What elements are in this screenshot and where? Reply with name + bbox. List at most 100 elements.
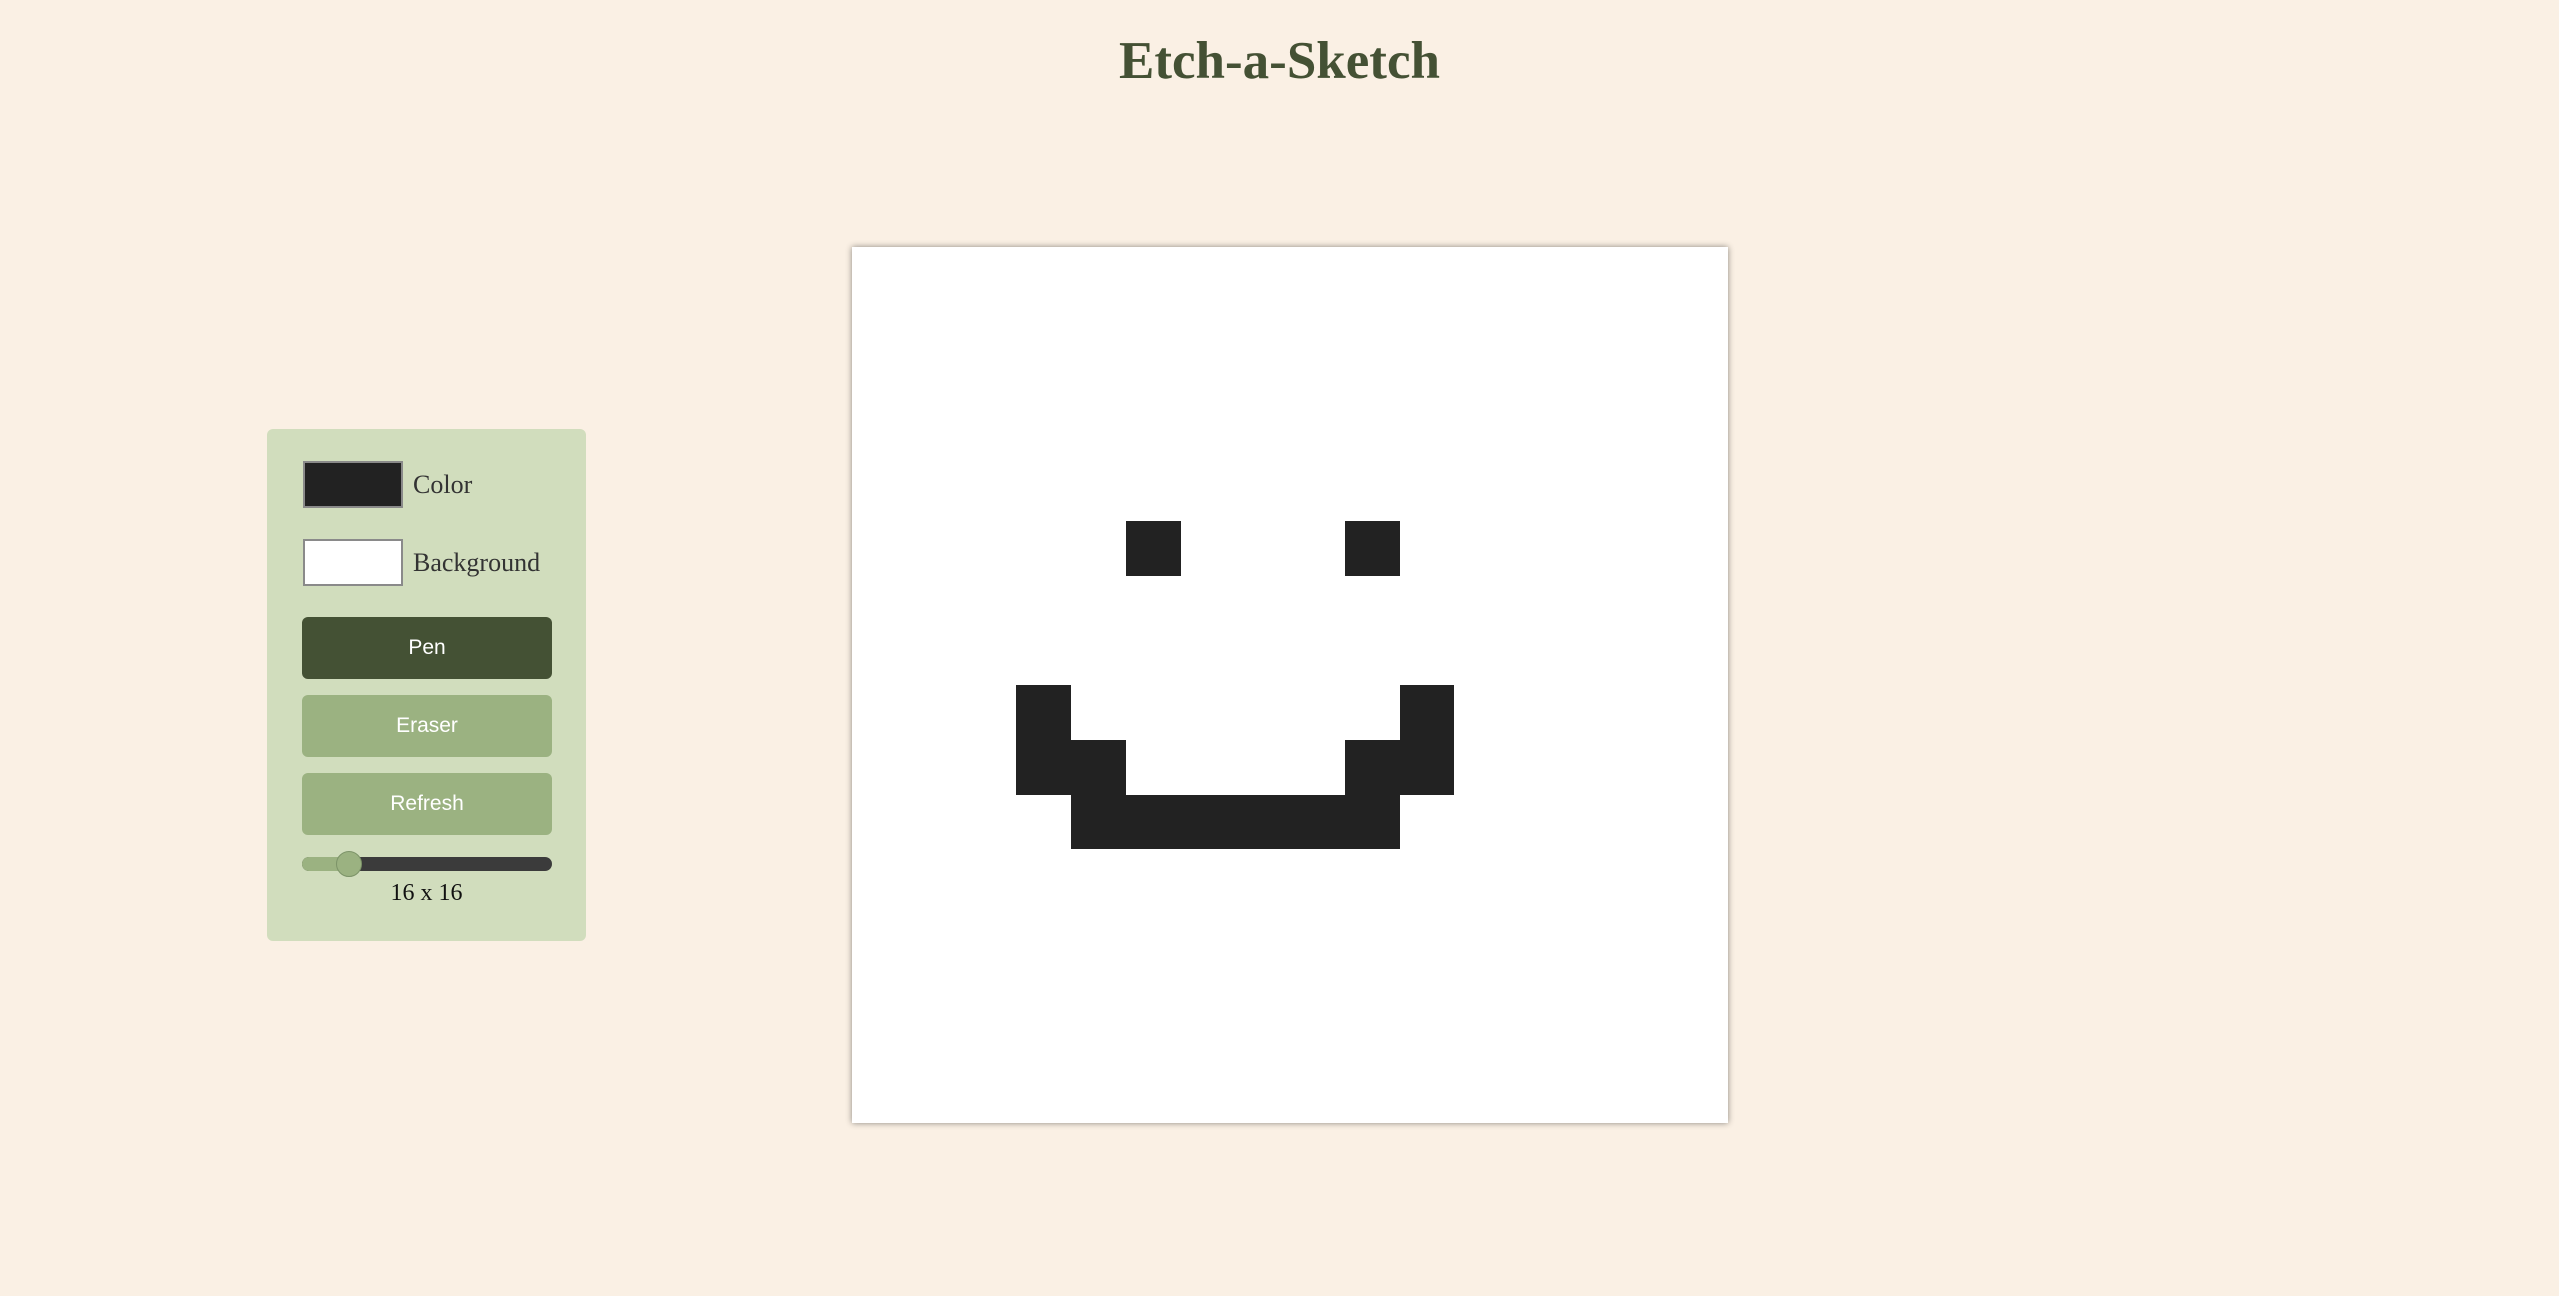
grid-cell[interactable] [1016, 739, 1071, 795]
grid-cell[interactable] [1290, 794, 1345, 850]
grid-cell[interactable] [1290, 357, 1345, 412]
grid-cell[interactable] [1509, 849, 1564, 904]
grid-cell[interactable] [962, 1014, 1017, 1069]
grid-cell[interactable] [1454, 357, 1509, 412]
grid-cell[interactable] [1564, 959, 1619, 1014]
grid-cell[interactable] [1400, 795, 1455, 850]
grid-cell[interactable] [1290, 849, 1345, 904]
grid-cell[interactable] [1016, 630, 1071, 685]
grid-cell[interactable] [1509, 630, 1564, 685]
grid-cell[interactable] [1126, 904, 1181, 959]
grid-cell[interactable] [1126, 466, 1181, 521]
grid-cell[interactable] [1564, 247, 1619, 302]
grid-cell[interactable] [1564, 521, 1619, 576]
grid-cell[interactable] [1235, 630, 1290, 685]
grid-cell[interactable] [1400, 411, 1455, 466]
grid-cell[interactable] [1181, 849, 1236, 904]
grid-cell[interactable] [1454, 740, 1509, 795]
grid-cell[interactable] [1016, 411, 1071, 466]
grid-cell[interactable] [1454, 795, 1509, 850]
grid-cell[interactable] [1454, 1068, 1509, 1123]
grid-cell[interactable] [907, 411, 962, 466]
grid-cell[interactable] [1619, 576, 1674, 631]
grid-cell[interactable] [1290, 521, 1345, 576]
grid-cell[interactable] [1016, 959, 1071, 1014]
grid-cell[interactable] [1509, 685, 1564, 740]
grid-cell[interactable] [1400, 466, 1455, 521]
grid-cell[interactable] [1180, 794, 1236, 850]
grid-cell[interactable] [1454, 959, 1509, 1014]
grid-cell[interactable] [1235, 794, 1290, 850]
grid-cell[interactable] [1673, 630, 1728, 685]
grid-cell[interactable] [1016, 1014, 1071, 1069]
grid-cell[interactable] [1400, 1068, 1455, 1123]
grid-cell[interactable] [962, 795, 1017, 850]
grid-cell[interactable] [1673, 1068, 1728, 1123]
grid-cell[interactable] [1509, 302, 1564, 357]
grid-cell[interactable] [1564, 849, 1619, 904]
grid-cell[interactable] [1016, 302, 1071, 357]
grid-cell[interactable] [1016, 357, 1071, 412]
grid-cell[interactable] [852, 247, 907, 302]
grid-cell[interactable] [1673, 849, 1728, 904]
grid-cell[interactable] [1071, 794, 1126, 850]
grid-cell[interactable] [1345, 1014, 1400, 1069]
grid-cell[interactable] [1673, 685, 1728, 740]
grid-cell[interactable] [1673, 959, 1728, 1014]
grid-cell[interactable] [1181, 740, 1236, 795]
grid-cell[interactable] [962, 685, 1017, 740]
grid-cell[interactable] [852, 959, 907, 1014]
grid-cell[interactable] [1181, 685, 1236, 740]
grid-cell[interactable] [1509, 1014, 1564, 1069]
grid-cell[interactable] [852, 302, 907, 357]
grid-cell[interactable] [1235, 685, 1290, 740]
grid-cell[interactable] [1071, 411, 1126, 466]
grid-cell[interactable] [1181, 959, 1236, 1014]
grid-cell[interactable] [1071, 630, 1126, 685]
grid-cell[interactable] [1235, 849, 1290, 904]
grid-cell[interactable] [1564, 302, 1619, 357]
grid-cell[interactable] [1235, 466, 1290, 521]
grid-cell[interactable] [1509, 576, 1564, 631]
grid-cell[interactable] [1673, 1014, 1728, 1069]
grid-cell[interactable] [1399, 685, 1455, 740]
grid-cell[interactable] [1016, 849, 1071, 904]
grid-cell[interactable] [1509, 521, 1564, 576]
grid-cell[interactable] [1071, 466, 1126, 521]
grid-cell[interactable] [1619, 685, 1674, 740]
grid-cell[interactable] [1345, 357, 1400, 412]
grid-cell[interactable] [1564, 685, 1619, 740]
grid-cell[interactable] [1454, 521, 1509, 576]
grid-cell[interactable] [1126, 1068, 1181, 1123]
grid-cell[interactable] [1619, 466, 1674, 521]
grid-cell[interactable] [1071, 357, 1126, 412]
grid-cell[interactable] [907, 302, 962, 357]
grid-cell[interactable] [1235, 740, 1290, 795]
grid-cell[interactable] [1345, 849, 1400, 904]
grid-cell[interactable] [1016, 521, 1071, 576]
grid-cell[interactable] [1126, 959, 1181, 1014]
grid-cell[interactable] [1619, 904, 1674, 959]
grid-cell[interactable] [1071, 849, 1126, 904]
grid-cell[interactable] [962, 302, 1017, 357]
grid-cell[interactable] [1181, 630, 1236, 685]
grid-cell[interactable] [1619, 357, 1674, 412]
grid-cell[interactable] [1181, 576, 1236, 631]
grid-cell[interactable] [1071, 959, 1126, 1014]
grid-cell[interactable] [1619, 1014, 1674, 1069]
grid-cell[interactable] [1181, 521, 1236, 576]
grid-cell[interactable] [1181, 247, 1236, 302]
grid-cell[interactable] [1126, 685, 1181, 740]
grid-cell[interactable] [1673, 247, 1728, 302]
grid-cell[interactable] [1673, 904, 1728, 959]
grid-cell[interactable] [1290, 576, 1345, 631]
grid-cell[interactable] [1290, 411, 1345, 466]
grid-cell[interactable] [1345, 302, 1400, 357]
grid-cell[interactable] [962, 630, 1017, 685]
grid-cell[interactable] [907, 521, 962, 576]
grid-cell[interactable] [1071, 576, 1126, 631]
grid-cell[interactable] [852, 576, 907, 631]
grid-cell[interactable] [1181, 1014, 1236, 1069]
grid-cell[interactable] [1564, 576, 1619, 631]
grid-cell[interactable] [1454, 904, 1509, 959]
